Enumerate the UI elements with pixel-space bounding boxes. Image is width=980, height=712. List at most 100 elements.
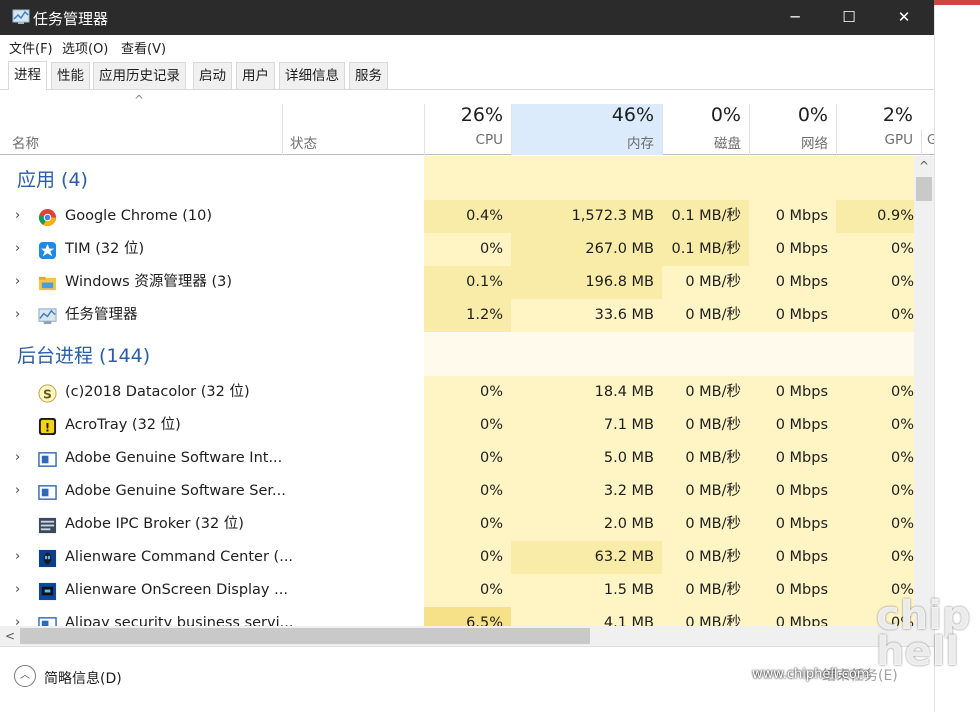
process-name: (c)2018 Datacolor (32 位) (65, 384, 250, 400)
tab-users[interactable]: 用户 (236, 62, 275, 89)
table-row[interactable]: S (c)2018 Datacolor (32 位) 0% 18.4 MB 0 … (0, 376, 914, 409)
expand-chevron-icon[interactable]: › (15, 242, 25, 256)
expand-chevron-icon[interactable]: › (15, 484, 25, 498)
memory-cell: 33.6 MB (594, 307, 654, 323)
fewer-details-chevron-icon[interactable]: ︿ (14, 665, 36, 687)
menu-bar: 文件(F) 选项(O) 查看(V) (0, 35, 934, 59)
scroll-left-arrow-icon[interactable]: < (0, 626, 20, 646)
memory-cell: 267.0 MB (511, 233, 662, 266)
gpu-cell: 0% (890, 549, 914, 565)
column-disk[interactable]: 0% 磁盘 (662, 104, 749, 155)
menu-options[interactable]: 选项(O) (62, 38, 108, 57)
chiphell-logo: chip hell (876, 593, 971, 675)
tab-services[interactable]: 服务 (349, 62, 388, 89)
memory-cell: 2.0 MB (603, 516, 654, 532)
scroll-up-arrow-icon[interactable]: ^ (914, 156, 934, 176)
tab-performance[interactable]: 性能 (51, 62, 90, 89)
table-row[interactable]: › Adobe Genuine Software Int... 0% 5.0 M… (0, 442, 914, 475)
network-cell: 0 Mbps (775, 450, 828, 466)
expand-chevron-icon[interactable]: › (15, 550, 25, 564)
column-gpu-engine[interactable]: G (921, 130, 934, 155)
horizontal-scrollbar[interactable]: < (0, 626, 914, 646)
cpu-cell: 0% (479, 450, 503, 466)
group-header-background[interactable]: 后台进程 (144) (0, 332, 914, 376)
network-cell: 0 Mbps (775, 516, 828, 532)
cpu-cell: 0.4% (424, 200, 511, 233)
table-row[interactable]: ! AcroTray (32 位) 0% 7.1 MB 0 MB/秒 0 Mbp… (0, 409, 914, 442)
sort-indicator-icon: ^ (134, 93, 145, 107)
memory-cell: 7.1 MB (603, 417, 654, 433)
column-status[interactable]: 状态 (290, 132, 317, 152)
table-row[interactable]: › Alienware Command Center (... 0% 63.2 … (0, 541, 914, 574)
gpu-cell: 0.9% (836, 200, 914, 233)
cpu-cell: 0% (479, 384, 503, 400)
expand-chevron-icon[interactable]: › (15, 209, 25, 223)
cpu-cell: 0% (479, 582, 503, 598)
column-divider (282, 104, 283, 155)
memory-cell: 1,572.3 MB (511, 200, 662, 233)
table-row[interactable]: › Google Chrome (10) 0.4% 1,572.3 MB 0.1… (0, 200, 914, 233)
process-name: Adobe Genuine Software Ser... (65, 483, 286, 499)
disk-cell: 0 MB/秒 (685, 307, 741, 323)
title-bar[interactable]: 任务管理器 ─ ☐ ✕ (0, 0, 934, 35)
expand-chevron-icon[interactable]: › (15, 583, 25, 597)
column-name[interactable]: 名称 (12, 132, 39, 152)
disk-cell: 0 MB/秒 (685, 450, 741, 466)
column-cpu[interactable]: 26% CPU (424, 104, 511, 155)
expand-chevron-icon[interactable]: › (15, 451, 25, 465)
expand-chevron-icon[interactable]: › (15, 616, 25, 627)
column-network[interactable]: 0% 网络 (749, 104, 836, 155)
process-name: TIM (32 位) (65, 241, 145, 257)
column-memory[interactable]: 46% 内存 (511, 104, 662, 155)
table-row[interactable]: › 任务管理器 1.2% 33.6 MB 0 MB/秒 0 Mbps 0% (0, 299, 914, 332)
tab-bar: 进程 性能 应用历史记录 启动 用户 详细信息 服务 (0, 59, 934, 90)
close-button[interactable]: ✕ (881, 0, 927, 35)
vertical-scroll-thumb[interactable] (916, 177, 932, 201)
alienware-osd-icon (38, 582, 57, 601)
memory-cell: 1.5 MB (603, 582, 654, 598)
window-title: 任务管理器 (33, 10, 109, 28)
cpu-cell: 0% (479, 417, 503, 433)
disk-cell: 0.1 MB/秒 (662, 200, 749, 233)
maximize-button[interactable]: ☐ (826, 0, 872, 35)
expand-chevron-icon[interactable]: › (15, 308, 25, 322)
column-gpu[interactable]: 2% GPU (836, 104, 921, 155)
process-name: AcroTray (32 位) (65, 417, 181, 433)
fewer-details-button[interactable]: 简略信息(D) (44, 668, 122, 688)
table-row[interactable]: Adobe IPC Broker (32 位) 0% 2.0 MB 0 MB/秒… (0, 508, 914, 541)
menu-view[interactable]: 查看(V) (121, 38, 166, 57)
table-row[interactable]: › Adobe Genuine Software Ser... 0% 3.2 M… (0, 475, 914, 508)
menu-file[interactable]: 文件(F) (9, 38, 53, 57)
watermark-url: www.chiphell.com (752, 667, 870, 682)
svg-text:S: S (43, 387, 52, 401)
memory-label: 内存 (627, 136, 654, 152)
disk-cell: 0 MB/秒 (685, 582, 741, 598)
gpu-cell: 0% (890, 274, 914, 290)
tab-startup[interactable]: 启动 (193, 62, 232, 89)
column-header: ^ 名称 状态 26% CPU 46% 内存 0% 磁盘 0% 网络 2% GP… (0, 90, 934, 155)
cpu-percent: 26% (460, 104, 503, 126)
task-manager-window: 任务管理器 ─ ☐ ✕ 文件(F) 选项(O) 查看(V) 进程 性能 应用历史… (0, 0, 934, 712)
group-header-apps[interactable]: 应用 (4) (0, 156, 914, 200)
network-cell: 0 Mbps (775, 208, 828, 224)
tab-processes[interactable]: 进程 (8, 61, 47, 90)
cpu-cell: 0% (479, 241, 503, 257)
process-name: 任务管理器 (65, 307, 138, 323)
gpu-label: GPU (884, 132, 913, 148)
process-name: Alienware OnScreen Display ... (65, 582, 288, 598)
table-row[interactable]: › Alipay security business servi... 6.5%… (0, 607, 914, 626)
group-title-background: 后台进程 (144) (17, 345, 151, 367)
network-cell: 0 Mbps (775, 307, 828, 323)
table-row[interactable]: › Windows 资源管理器 (3) 0.1% 196.8 MB 0 MB/秒… (0, 266, 914, 299)
table-row[interactable]: › Alienware OnScreen Display ... 0% 1.5 … (0, 574, 914, 607)
minimize-button[interactable]: ─ (772, 0, 818, 35)
table-row[interactable]: › TIM (32 位) 0% 267.0 MB 0.1 MB/秒 0 Mbps… (0, 233, 914, 266)
horizontal-scroll-thumb[interactable] (20, 628, 590, 644)
vertical-scrollbar[interactable]: ^ (914, 156, 934, 626)
acrotray-icon: ! (38, 417, 57, 436)
memory-cell: 196.8 MB (511, 266, 662, 299)
expand-chevron-icon[interactable]: › (15, 275, 25, 289)
tab-app-history[interactable]: 应用历史记录 (93, 62, 186, 89)
network-percent: 0% (797, 104, 828, 126)
tab-details[interactable]: 详细信息 (279, 62, 345, 89)
